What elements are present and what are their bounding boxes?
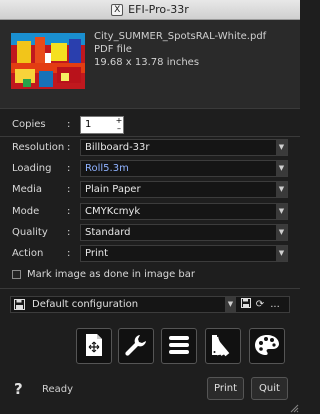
quality-row: Quality : Standard ▼	[0, 224, 300, 242]
color-palette-button[interactable]	[249, 328, 285, 364]
page-crop-button[interactable]	[76, 328, 112, 364]
dropdown-arrow-icon[interactable]: ▼	[276, 204, 287, 219]
decrement-icon[interactable]: –	[115, 125, 123, 133]
palette-icon	[254, 334, 280, 359]
mode-row: Mode : CMYKcmyk ▼	[0, 203, 300, 221]
help-button[interactable]: ?	[14, 380, 23, 398]
loading-row: Loading : Roll5.3m ▼	[0, 160, 300, 178]
colon: :	[67, 206, 71, 217]
file-size: 19.68 x 13.78 inches	[94, 57, 200, 68]
quality-value: Standard	[85, 227, 131, 238]
page-crop-icon	[84, 333, 104, 360]
loading-label: Loading	[12, 163, 52, 174]
colon: :	[67, 227, 71, 238]
resolution-row: Resolution : Billboard-33r ▼	[0, 139, 300, 157]
print-button[interactable]: Print	[207, 377, 244, 400]
media-label: Media	[12, 184, 43, 195]
file-type: PDF file	[94, 44, 132, 55]
colon: :	[67, 119, 71, 130]
quality-select[interactable]: Standard ▼	[80, 224, 288, 241]
more-options-button[interactable]: ...	[269, 298, 281, 311]
divider	[0, 108, 300, 109]
color-swatches-button[interactable]	[205, 328, 241, 364]
dropdown-arrow-icon[interactable]: ▼	[276, 225, 287, 240]
status-text: Ready	[42, 384, 74, 395]
colon: :	[67, 142, 71, 153]
copies-row: Copies : 1 + –	[0, 116, 300, 134]
list-view-button[interactable]	[161, 328, 197, 364]
media-row: Media : Plain Paper ▼	[0, 181, 300, 199]
swatches-icon	[210, 333, 236, 360]
window-title: EFI-Pro-33r	[128, 3, 189, 16]
refresh-icon[interactable]: ⟳	[254, 298, 266, 311]
save-config-icon[interactable]	[240, 298, 252, 311]
dropdown-arrow-icon[interactable]: ▼	[276, 161, 287, 176]
x11-app-icon: X	[111, 3, 124, 16]
copies-spinbox[interactable]: 1 + –	[80, 116, 124, 134]
action-select[interactable]: Print ▼	[80, 245, 288, 262]
resolution-label: Resolution	[12, 142, 65, 153]
resize-grip-icon[interactable]	[289, 403, 299, 413]
configuration-value: Default configuration	[32, 299, 139, 310]
colon: :	[67, 248, 71, 259]
wrench-icon	[124, 333, 148, 360]
resolution-select[interactable]: Billboard-33r ▼	[80, 139, 288, 156]
divider	[0, 288, 300, 289]
dropdown-arrow-icon[interactable]: ▼	[276, 140, 287, 155]
dropdown-arrow-icon[interactable]: ▼	[225, 297, 236, 312]
copies-label: Copies	[12, 119, 46, 130]
loading-value: Roll5.3m	[85, 163, 129, 174]
loading-select[interactable]: Roll5.3m ▼	[80, 160, 288, 177]
configuration-select[interactable]: Default configuration ▼ ⟳ ...	[10, 296, 290, 313]
list-icon	[168, 335, 190, 358]
action-row: Action : Print ▼	[0, 245, 300, 263]
mark-done-option[interactable]: Mark image as done in image bar	[12, 267, 195, 281]
mark-done-checkbox[interactable]	[12, 269, 21, 279]
settings-tool-button[interactable]	[118, 328, 154, 364]
mark-done-label: Mark image as done in image bar	[27, 268, 196, 280]
copies-value[interactable]: 1	[85, 119, 91, 130]
colon: :	[67, 163, 71, 174]
action-label: Action	[12, 248, 44, 259]
dropdown-arrow-icon[interactable]: ▼	[276, 182, 287, 197]
save-disk-icon[interactable]	[14, 299, 26, 311]
media-value: Plain Paper	[85, 184, 141, 195]
media-select[interactable]: Plain Paper ▼	[80, 181, 288, 198]
mode-select[interactable]: CMYKcmyk ▼	[80, 203, 288, 220]
divider	[0, 136, 300, 137]
colon: :	[67, 184, 71, 195]
file-header: City_SUMMER_SpotsRAL-White.pdf PDF file …	[0, 20, 300, 108]
mode-value: CMYKcmyk	[85, 206, 141, 217]
file-thumbnail	[11, 33, 85, 89]
file-info: City_SUMMER_SpotsRAL-White.pdf PDF file …	[94, 30, 266, 69]
quit-button[interactable]: Quit	[251, 377, 288, 400]
dropdown-arrow-icon[interactable]: ▼	[276, 246, 287, 261]
quality-label: Quality	[12, 227, 48, 238]
resolution-value: Billboard-33r	[85, 142, 150, 153]
action-value: Print	[85, 248, 109, 259]
mode-label: Mode	[12, 206, 40, 217]
title-bar: X EFI-Pro-33r	[0, 0, 300, 20]
file-name: City_SUMMER_SpotsRAL-White.pdf	[94, 31, 267, 42]
